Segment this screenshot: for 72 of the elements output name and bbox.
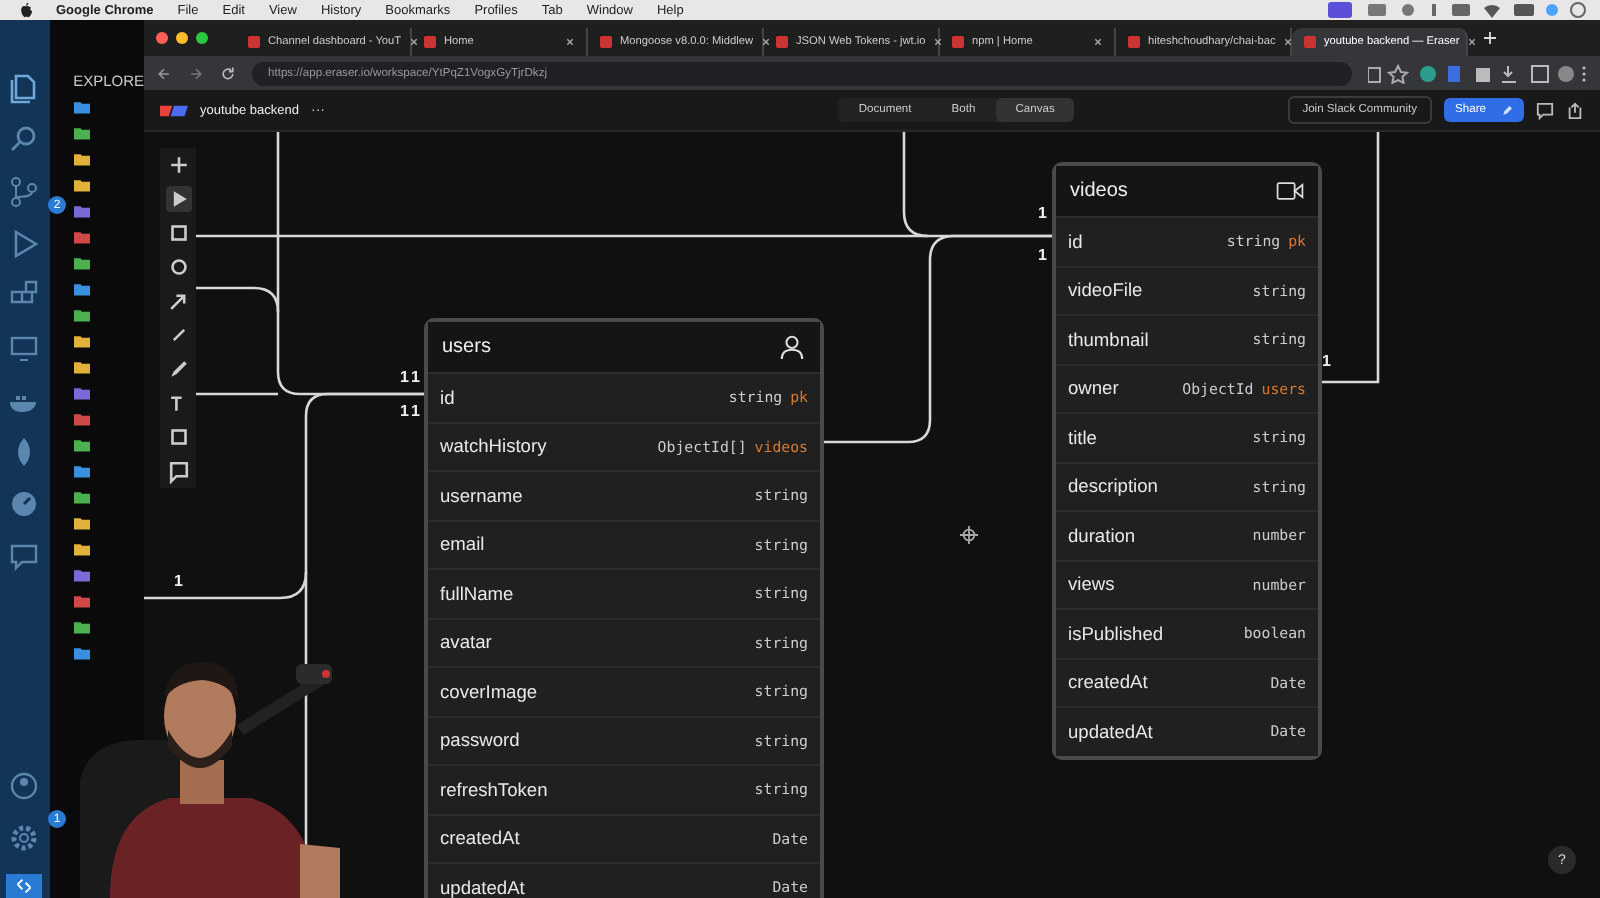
field-name: description [1068,476,1158,497]
search-icon[interactable] [8,124,41,156]
export-icon[interactable] [1566,101,1584,119]
cardinality-label: 1 [411,402,420,420]
field-name: createdAt [1068,672,1148,693]
close-icon[interactable] [566,38,574,46]
zoom-button[interactable] [196,32,208,44]
field-name: owner [1068,378,1119,399]
cardinality-label: 1 [1038,246,1047,264]
gauge-icon[interactable] [8,488,41,520]
cardinality-label: 1 [400,368,409,386]
pointer-icon[interactable] [165,186,191,212]
field-name: coverImage [440,681,538,702]
pen-icon[interactable] [165,356,191,382]
add-icon[interactable] [165,152,191,178]
field-name: videoFile [1068,280,1143,301]
cardinality-label: 1 [411,368,420,386]
close-icon[interactable] [1467,38,1476,46]
frame-icon[interactable] [165,424,191,450]
close-icon[interactable] [1094,38,1102,46]
apple-icon[interactable] [20,2,32,18]
remote-icon [16,878,33,894]
crosshair-icon [960,526,978,544]
close-icon[interactable] [1283,38,1292,46]
close-icon[interactable] [409,38,418,46]
person-icon [778,334,806,360]
circle-icon[interactable] [165,254,191,280]
cardinality-label: 1 [400,402,409,420]
comment-icon[interactable] [1536,101,1554,119]
toolbar-icons-drawing[interactable] [1368,63,1588,83]
field-name: id [1068,231,1083,252]
field-name: views [1068,574,1115,595]
table-title: users [442,336,491,358]
field-name: email [440,534,485,555]
cardinality-label: 1 [174,572,183,590]
files-icon[interactable] [8,72,41,104]
close-icon[interactable] [933,38,942,46]
close-button[interactable] [156,32,168,44]
branch-icon[interactable] [8,176,41,208]
monitor-icon[interactable] [8,332,41,364]
cardinality-label: 1 [1322,352,1331,370]
field-name: refreshToken [440,779,548,800]
close-icon[interactable] [761,38,770,46]
field-name: id [440,387,455,408]
rectangle-icon[interactable] [165,220,191,246]
remote-button[interactable] [6,874,43,898]
forward-icon[interactable] [188,65,204,81]
field-name: fullName [440,583,514,604]
new-tab-icon[interactable] [1484,32,1496,44]
field-name: updatedAt [440,877,525,898]
comment-icon[interactable] [165,458,191,484]
field-name: duration [1068,525,1136,546]
field-name: username [440,485,523,506]
back-icon[interactable] [156,65,172,81]
settings-icon[interactable] [8,822,41,854]
field-name: createdAt [440,828,520,849]
field-name: updatedAt [1068,721,1153,742]
field-name: thumbnail [1068,329,1149,350]
minimize-button[interactable] [176,32,188,44]
pencil-icon [1502,105,1512,115]
field-name: watchHistory [440,436,547,457]
cardinality-label: 1 [1038,204,1047,222]
table-title: videos [1070,180,1128,202]
account-icon[interactable] [8,770,41,802]
field-name: password [440,730,520,751]
field-name: isPublished [1068,623,1164,644]
chat-icon[interactable] [8,540,41,572]
video-camera-icon [1276,178,1304,204]
eraser-logo [160,103,188,117]
reload-icon[interactable] [220,65,236,81]
field-name: avatar [440,632,492,653]
field-name: title [1068,427,1097,448]
